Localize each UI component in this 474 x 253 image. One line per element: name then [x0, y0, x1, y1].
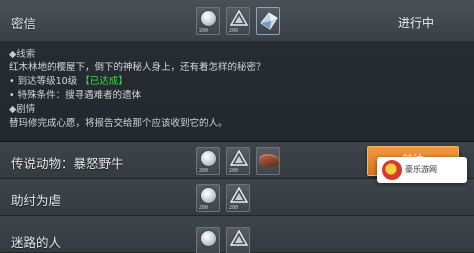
- reward-slot[interactable]: [256, 147, 280, 175]
- experience-icon: [230, 230, 248, 246]
- reward-slot[interactable]: [256, 7, 280, 35]
- experience-icon: [230, 150, 248, 166]
- plot-heading: ◆剧情: [9, 104, 36, 115]
- requirement-level-text: • 到达等级10级: [9, 76, 78, 87]
- quest-row[interactable]: 助纣为虐 200 200: [0, 179, 474, 216]
- silver-coin-icon: [201, 188, 216, 203]
- reward-slot[interactable]: 200: [196, 7, 220, 35]
- quest-title: 密信: [11, 16, 37, 31]
- reward-qty: 200: [199, 205, 209, 211]
- quest-row[interactable]: 迷路的人: [0, 216, 474, 253]
- clue-heading: ◆线索: [9, 49, 36, 60]
- quest-title: 传说动物：暴怒野牛: [11, 156, 124, 171]
- reward-slot[interactable]: 200: [226, 184, 250, 212]
- site-watermark: 豪乐游网: [377, 157, 467, 183]
- silver-coin-icon: [201, 11, 216, 26]
- quest-status: 进行中: [397, 16, 434, 30]
- reward-qty: 200: [199, 168, 209, 174]
- reward-qty: 200: [229, 205, 239, 211]
- reward-qty: 200: [229, 28, 239, 34]
- requirement-special: • 特殊条件：搜寻遇难者的遗体: [9, 90, 142, 101]
- quest-detail: ◆线索 红木林地的樱屋下，倒下的神秘人身上，还有着怎样的秘密？ • 到达等级10…: [0, 42, 474, 142]
- silver-coin-icon: [201, 231, 216, 246]
- experience-icon: [230, 10, 248, 26]
- reward-slot[interactable]: 200: [226, 7, 250, 35]
- reward-qty: 200: [199, 28, 209, 34]
- reward-slot[interactable]: 200: [196, 147, 220, 175]
- experience-icon: [230, 187, 248, 203]
- requirement-done-badge: 【已达成】: [80, 76, 128, 87]
- quest-row-active[interactable]: 密信 200 200 进行中: [0, 0, 474, 42]
- silver-coin-icon: [201, 151, 216, 166]
- reward-qty: 200: [229, 168, 239, 174]
- clue-text: 红木林地的樱屋下，倒下的神秘人身上，还有着怎样的秘密？: [9, 62, 266, 73]
- watermark-text: 豪乐游网: [405, 165, 437, 174]
- site-logo-icon: [382, 160, 402, 180]
- quest-title: 助纣为虐: [11, 193, 62, 208]
- reward-slot[interactable]: [196, 227, 220, 253]
- quest-panel: 密信 200 200 进行中 ◆线索 红木林地的樱屋下，倒下的神秘人身上，还有着…: [0, 0, 474, 253]
- plot-text: 替玛修完成心愿，将报告交给那个应该收到它的人。: [9, 118, 228, 129]
- reward-slot[interactable]: [226, 227, 250, 253]
- meat-item-icon: [259, 154, 279, 167]
- gem-item-icon: [260, 12, 278, 30]
- requirement-level: • 到达等级10级 【已达成】: [9, 73, 128, 87]
- quest-title: 迷路的人: [11, 235, 62, 250]
- reward-slot[interactable]: 200: [196, 184, 220, 212]
- reward-slot[interactable]: 200: [226, 147, 250, 175]
